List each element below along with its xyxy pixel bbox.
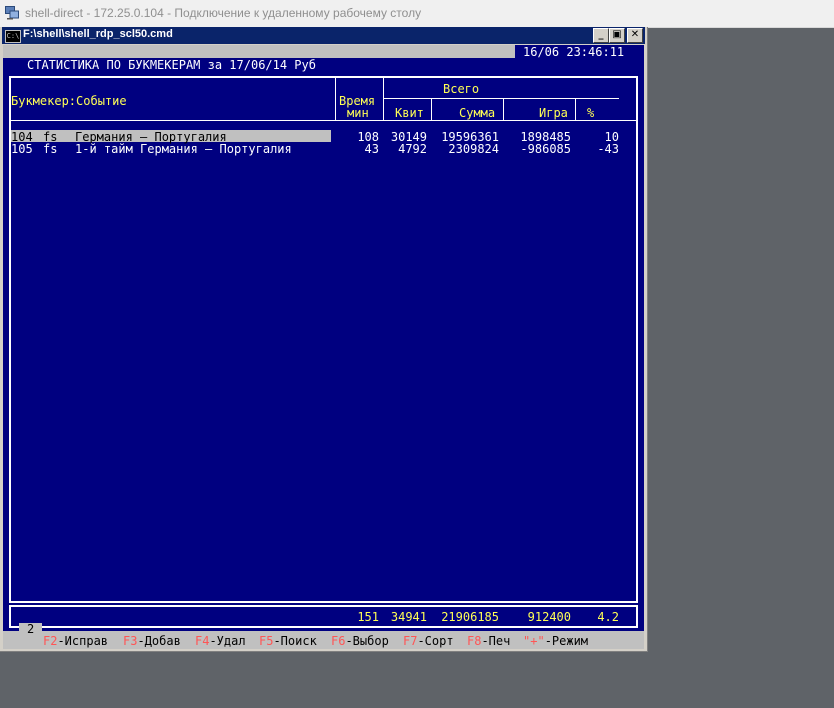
col-time-line2: мин bbox=[347, 106, 369, 120]
row-igra: -986085 bbox=[520, 142, 571, 156]
fkey-f3[interactable]: F3-Добав bbox=[123, 635, 181, 647]
col-divider bbox=[575, 98, 576, 120]
total-kvit: 34941 bbox=[390, 610, 427, 624]
page-indicator: 2 bbox=[19, 623, 43, 635]
row-summa: 2309824 bbox=[448, 142, 499, 156]
total-time: 151 bbox=[357, 610, 379, 624]
rdp-titlebar[interactable]: shell-direct - 172.25.0.104 - Подключени… bbox=[0, 0, 834, 28]
col-divider bbox=[335, 78, 336, 120]
console-icon: C:\ bbox=[5, 30, 21, 43]
cmd-titlebar[interactable]: C:\ F:\shell\shell_rdp_scl50.cmd _ ▣ ✕ bbox=[2, 27, 645, 44]
minimize-button[interactable]: _ bbox=[593, 28, 609, 43]
remote-desktop-icon bbox=[5, 6, 19, 20]
fkey-f8[interactable]: F8-Печ bbox=[467, 635, 510, 647]
report-title: СТАТИСТИКА ПО БУКМЕКЕРАМ за 17/06/14 Руб bbox=[27, 58, 316, 72]
close-button[interactable]: ✕ bbox=[627, 28, 643, 43]
row-id: 105 bbox=[11, 142, 33, 156]
rdp-window-title: shell-direct - 172.25.0.104 - Подключени… bbox=[25, 6, 422, 20]
row-time: 43 bbox=[364, 142, 379, 156]
col-pct: % bbox=[587, 106, 595, 120]
header-divider bbox=[11, 120, 636, 121]
row-pct: -43 bbox=[597, 142, 619, 156]
top-grey-bar bbox=[3, 45, 515, 58]
fkey-f5[interactable]: F5-Поиск bbox=[259, 635, 317, 647]
col-divider bbox=[431, 98, 432, 120]
col-bookmaker-event: Букмекер:Событие bbox=[11, 94, 127, 108]
col-divider bbox=[503, 98, 504, 120]
fkey-f4[interactable]: F4-Удал bbox=[195, 635, 246, 647]
console-screen[interactable]: 16/06 23:46:11 СТАТИСТИКА ПО БУКМЕКЕРАМ … bbox=[3, 45, 644, 649]
row-kvit: 4792 bbox=[398, 142, 427, 156]
col-kvit: Квит bbox=[395, 106, 424, 120]
cmd-window-title: F:\shell\shell_rdp_scl50.cmd bbox=[23, 28, 173, 40]
maximize-button[interactable]: ▣ bbox=[609, 28, 625, 43]
cmd-window: C:\ F:\shell\shell_rdp_scl50.cmd _ ▣ ✕ 1… bbox=[0, 27, 648, 652]
total-summa: 21906185 bbox=[441, 610, 499, 624]
fkey-f7[interactable]: F7-Сорт bbox=[403, 635, 454, 647]
row-code: fs bbox=[43, 142, 58, 156]
col-total-group: Всего bbox=[443, 82, 480, 96]
datetime: 16/06 23:46:11 bbox=[523, 45, 625, 59]
col-summa: Сумма bbox=[459, 106, 496, 120]
col-igra: Игра bbox=[539, 106, 568, 120]
fkey-plus[interactable]: "+"-Режим bbox=[523, 635, 588, 647]
fkey-f2[interactable]: F2-Исправ bbox=[43, 635, 108, 647]
row-event: 1-й тайм Германия — Португалия bbox=[75, 142, 292, 156]
group-divider bbox=[383, 98, 619, 99]
total-igra: 912400 bbox=[527, 610, 571, 624]
col-divider bbox=[383, 78, 384, 120]
fkey-f6[interactable]: F6-Выбор bbox=[331, 635, 389, 647]
total-pct: 4.2 bbox=[597, 610, 619, 624]
